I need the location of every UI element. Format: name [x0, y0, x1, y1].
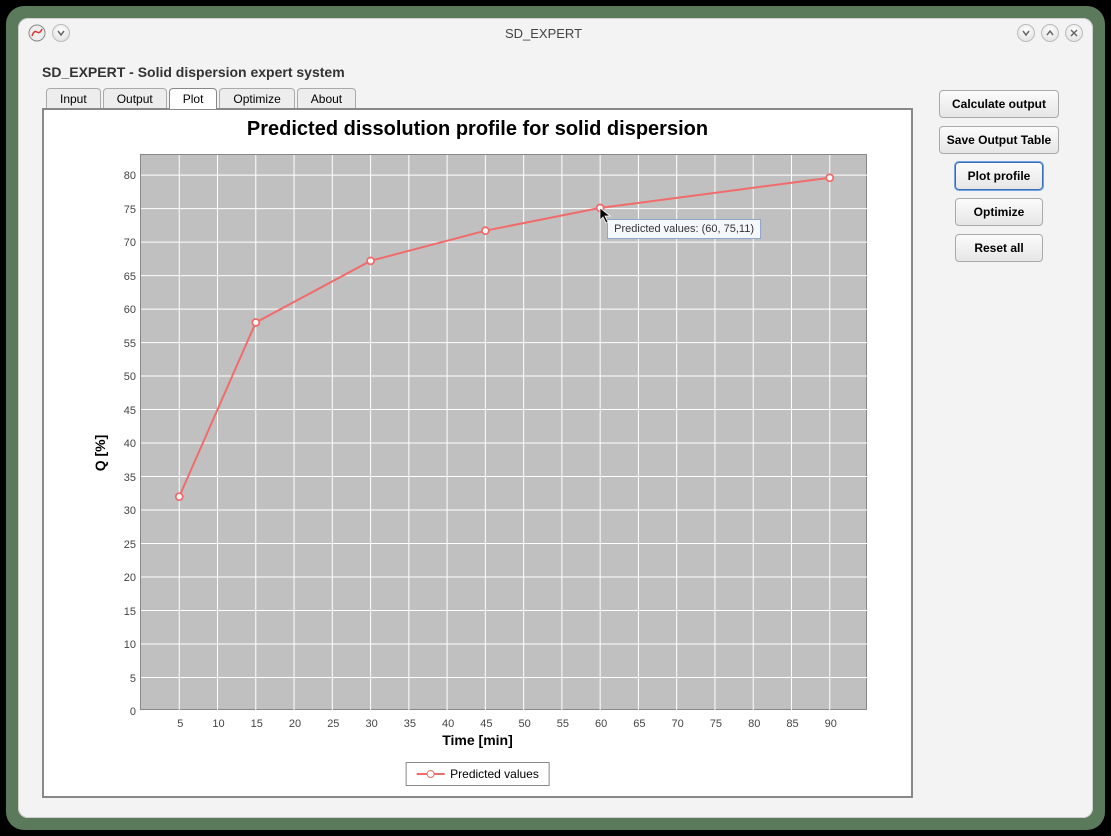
reset-all-button[interactable]: Reset all: [955, 234, 1043, 262]
calculate-output-button[interactable]: Calculate output: [939, 90, 1059, 118]
cursor-icon: [599, 207, 613, 228]
minimize-button[interactable]: [1017, 24, 1035, 42]
app-subtitle: SD_EXPERT - Solid dispersion expert syst…: [42, 64, 1069, 80]
y-tick: 55: [124, 338, 136, 350]
titlebar: SD_EXPERT: [18, 18, 1093, 48]
x-tick: 60: [595, 718, 607, 730]
y-tick: 60: [124, 304, 136, 316]
chart-title: Predicted dissolution profile for solid …: [44, 110, 911, 145]
x-tick: 70: [672, 718, 684, 730]
y-axis-label: Q [%]: [92, 435, 108, 472]
x-tick: 25: [327, 718, 339, 730]
legend-marker-icon: [416, 773, 444, 775]
x-tick: 55: [557, 718, 569, 730]
y-tick: 50: [124, 371, 136, 383]
y-tick: 75: [124, 204, 136, 216]
x-tick: 80: [748, 718, 760, 730]
y-tick: 25: [124, 539, 136, 551]
y-tick: 15: [124, 606, 136, 618]
x-tick: 5: [177, 718, 183, 730]
close-button[interactable]: [1065, 24, 1083, 42]
y-tick: 35: [124, 472, 136, 484]
x-tick: 65: [633, 718, 645, 730]
x-tick: 15: [251, 718, 263, 730]
save-output-table-button[interactable]: Save Output Table: [939, 126, 1059, 154]
x-tick: 20: [289, 718, 301, 730]
x-tick: 45: [480, 718, 492, 730]
x-tick: 90: [825, 718, 837, 730]
x-axis-label: Time [min]: [442, 732, 513, 748]
x-tick: 85: [786, 718, 798, 730]
plot-profile-button[interactable]: Plot profile: [955, 162, 1043, 190]
window-title: SD_EXPERT: [70, 26, 1017, 41]
tab-plot[interactable]: Plot: [169, 88, 218, 109]
chart-tooltip: Predicted values: (60, 75,11): [607, 219, 761, 239]
tab-output[interactable]: Output: [103, 88, 167, 109]
maximize-button[interactable]: [1041, 24, 1059, 42]
app-window: SD_EXPERT SD_EXPERT - Solid dispersion e…: [18, 18, 1093, 818]
x-tick: 30: [365, 718, 377, 730]
x-tick: 10: [212, 718, 224, 730]
x-tick: 35: [404, 718, 416, 730]
action-panel: Calculate output Save Output Table Plot …: [929, 88, 1069, 798]
y-tick: 10: [124, 639, 136, 651]
y-tick: 70: [124, 237, 136, 249]
y-tick: 30: [124, 505, 136, 517]
y-tick: 45: [124, 405, 136, 417]
chart-legend: Predicted values: [405, 762, 550, 786]
y-tick: 0: [130, 706, 136, 718]
y-tick: 65: [124, 271, 136, 283]
x-tick: 50: [519, 718, 531, 730]
tab-optimize[interactable]: Optimize: [219, 88, 294, 109]
y-tick: 5: [130, 673, 136, 685]
tab-input[interactable]: Input: [46, 88, 101, 109]
x-tick: 75: [710, 718, 722, 730]
tab-about[interactable]: About: [297, 88, 356, 109]
app-icon: [28, 24, 46, 42]
y-tick: 80: [124, 170, 136, 182]
legend-text: Predicted values: [450, 767, 539, 781]
x-tick: 40: [442, 718, 454, 730]
y-tick: 20: [124, 572, 136, 584]
plot-panel: Predicted dissolution profile for solid …: [42, 108, 913, 798]
menu-button[interactable]: [52, 24, 70, 42]
tab-bar: InputOutputPlotOptimizeAbout: [42, 88, 913, 109]
y-tick: 40: [124, 438, 136, 450]
optimize-button[interactable]: Optimize: [955, 198, 1043, 226]
